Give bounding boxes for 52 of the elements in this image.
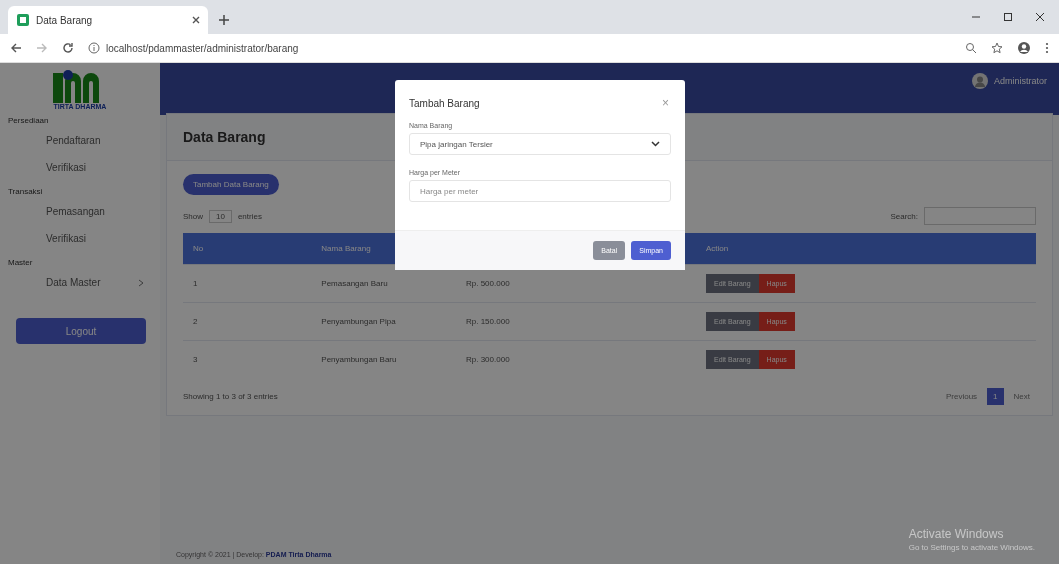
zoom-icon[interactable] <box>965 42 977 54</box>
table-cell: Penyambungan Baru <box>221 340 456 378</box>
reload-icon[interactable] <box>62 42 74 54</box>
table-cell: Penyambungan Pipa <box>221 302 456 341</box>
sidebar-heading: Persediaan <box>7 115 50 127</box>
show-label: Show <box>183 211 203 221</box>
table-cell: Rp. 300.000 <box>456 340 696 378</box>
sidebar-item[interactable]: Verifikasi <box>0 225 160 252</box>
close-icon[interactable] <box>192 16 200 24</box>
pagination-button[interactable]: Previous <box>939 388 984 405</box>
sidebar-item[interactable]: Data Master <box>0 269 160 296</box>
activation-title: Activate Windows <box>908 527 1005 541</box>
table-cell: 3 <box>183 340 222 378</box>
pagination-button[interactable]: 1 <box>987 388 1004 405</box>
new-tab-icon[interactable] <box>218 14 230 26</box>
chevron-icon <box>651 141 660 147</box>
sidebar-heading: Master <box>7 257 34 269</box>
column-header[interactable]: Action <box>696 233 1036 265</box>
table-info: Showing 1 to 3 of 3 entries <box>183 392 278 401</box>
user-name[interactable]: Administrator <box>994 76 1047 86</box>
table-cell: Rp. 150.000 <box>456 302 696 341</box>
search-field[interactable] <box>924 207 1036 225</box>
page-title: Data Barang <box>183 129 266 145</box>
entries-select[interactable]: 10 <box>209 209 232 223</box>
info-icon <box>88 42 100 54</box>
sidebar-heading: Transaksi <box>7 186 44 198</box>
star-icon[interactable] <box>991 42 1003 54</box>
table-cell: 1 <box>183 264 222 303</box>
sidebar-item[interactable]: Verifikasi <box>0 154 160 181</box>
profile-icon[interactable] <box>1017 41 1031 55</box>
menu-icon[interactable] <box>1045 42 1049 54</box>
column-header[interactable]: No <box>183 233 222 265</box>
close-icon[interactable] <box>1035 12 1045 22</box>
search-label: Search: <box>890 211 918 221</box>
modal-title: Tambah Barang <box>409 97 480 109</box>
add-button[interactable]: Tambah Data Barang <box>183 174 279 195</box>
logout-button[interactable]: Logout <box>16 318 146 344</box>
sheet-icon <box>16 13 30 27</box>
browser-tab[interactable]: Data Barang <box>8 6 208 34</box>
maximize-icon[interactable] <box>1003 12 1013 22</box>
close-button[interactable]: × <box>660 96 671 110</box>
sidebar-item[interactable]: Pendaftaran <box>0 127 160 154</box>
back-icon[interactable] <box>10 42 22 54</box>
avatar-icon[interactable] <box>972 73 988 89</box>
table-cell: 2 <box>183 302 222 341</box>
pagination-button[interactable]: Next <box>1007 388 1036 405</box>
select-field[interactable]: Pipa jaringan Tersier <box>409 133 671 155</box>
address-bar[interactable]: localhost/pdammaster/administrator/barang <box>88 37 951 59</box>
entries-label: entries <box>237 211 262 221</box>
input-field[interactable]: Harga per meter <box>409 180 671 202</box>
tab-title: Data Barang <box>36 14 94 26</box>
sidebar-item[interactable]: Pemasangan <box>0 198 160 225</box>
